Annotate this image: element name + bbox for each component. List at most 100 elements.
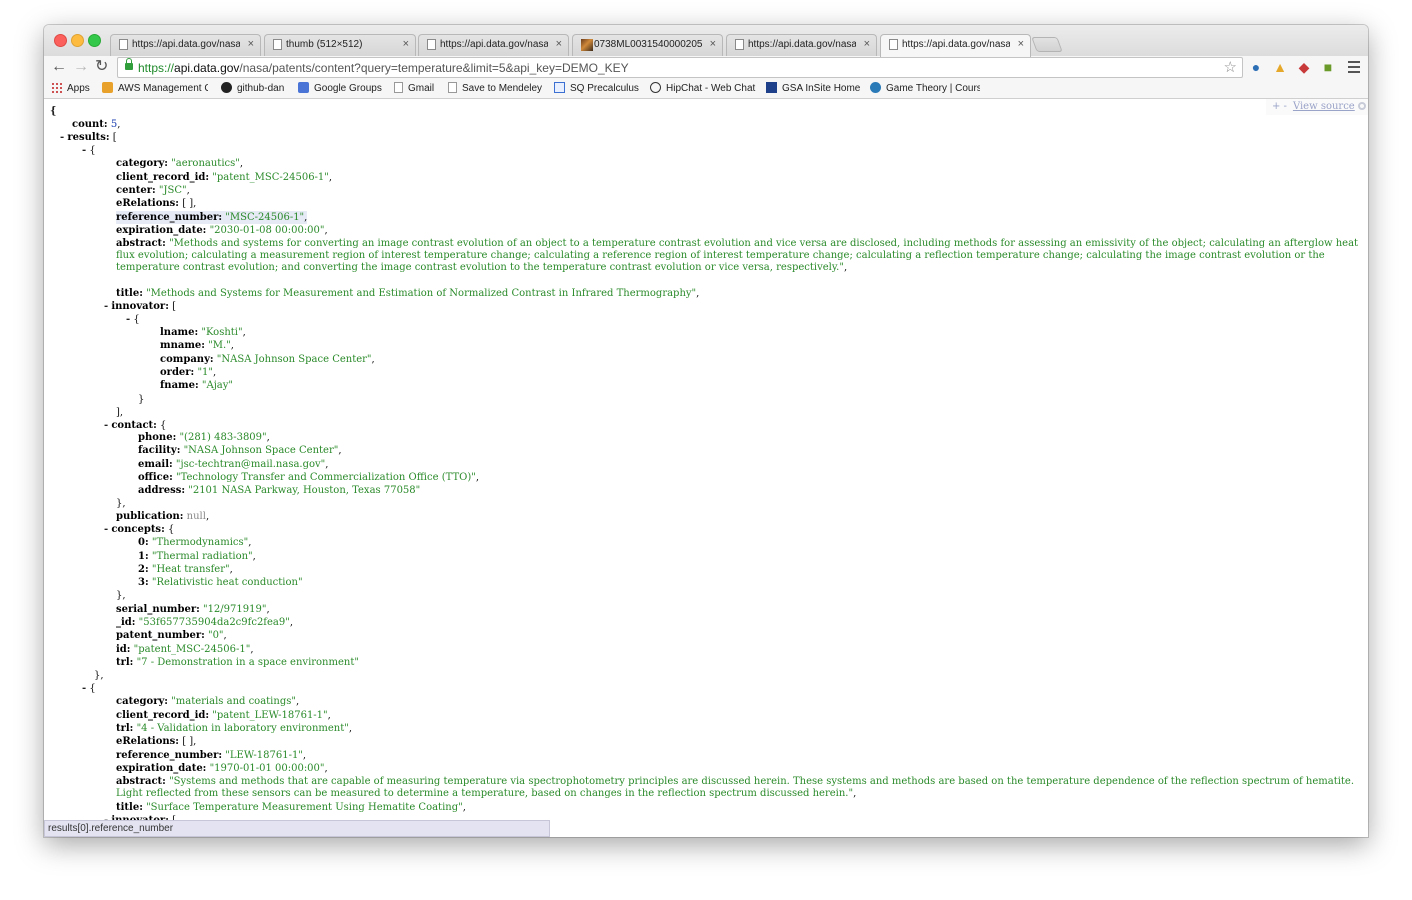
json-line-center: center: "JSC", — [116, 185, 190, 196]
tab-close-icon[interactable]: × — [1018, 37, 1024, 51]
json-concepts-close: }, — [116, 590, 126, 601]
bookmark-google-groups[interactable]: Google Groups — [298, 82, 382, 96]
collapse-toggle[interactable]: - — [126, 314, 130, 325]
tab-mars-image[interactable]: 0738ML0031540000205311 × — [572, 34, 723, 56]
json-line-category: category: "materials and coatings", — [116, 696, 300, 707]
json-line-facility: facility: "NASA Johnson Space Center", — [138, 445, 342, 456]
document-icon — [448, 82, 457, 93]
json-line-concept-2: 2: "Heat transfer", — [138, 564, 233, 575]
tab-title: https://api.data.gov/nasa/p — [132, 39, 240, 50]
bookmark-aws[interactable]: AWS Management C — [102, 82, 208, 96]
back-arrow-icon[interactable]: ← — [51, 58, 67, 76]
json-line-lname: lname: "Koshti", — [160, 327, 246, 338]
pdf-extension-icon[interactable]: ◆ — [1296, 59, 1312, 75]
new-tab-button[interactable] — [1031, 37, 1063, 52]
tab-api-3[interactable]: https://api.data.gov/nasa/p × — [726, 34, 877, 56]
tab-thumb[interactable]: thumb (512×512) × — [264, 34, 416, 56]
google-groups-icon — [298, 82, 309, 93]
bookmark-label: Apps — [67, 83, 90, 94]
json-line-expiration-date: expiration_date: "1970-01-01 00:00:00", — [116, 763, 328, 774]
bookmark-label: AWS Management C — [118, 83, 208, 94]
menu-icon[interactable] — [1348, 61, 1360, 73]
bookmark-label: github-dan — [237, 83, 285, 94]
json-line-expiration-date: expiration_date: "2030-01-08 00:00:00", — [116, 225, 328, 236]
json-line-client-record-id: client_record_id: "patent_MSC-24506-1", — [116, 172, 333, 183]
tab-close-icon[interactable]: × — [556, 37, 562, 51]
gear-icon[interactable] — [1358, 102, 1366, 110]
collapse-toggle[interactable]: - — [82, 145, 86, 156]
json-line-erelations: eRelations: [ ], — [116, 198, 197, 209]
json-line-trl: trl: "7 - Demonstration in a space envir… — [116, 657, 359, 668]
reload-icon[interactable]: ↻ — [95, 58, 108, 76]
json-line-serial-number: serial_number: "12/971919", — [116, 604, 270, 615]
bookmark-hipchat[interactable]: HipChat - Web Chat — [650, 82, 755, 96]
page-icon — [427, 39, 436, 50]
tab-title: https://api.data.gov/nasa/p — [440, 39, 548, 50]
page-icon — [735, 39, 744, 50]
url-text[interactable]: https://api.data.gov/nasa/patents/conten… — [138, 60, 629, 76]
tab-close-icon[interactable]: × — [248, 37, 254, 51]
bookmark-github[interactable]: github-dan — [221, 82, 284, 96]
collapse-toggle[interactable]: - — [104, 524, 108, 535]
tab-title: thumb (512×512) — [286, 39, 363, 50]
bookmark-sq-precalculus[interactable]: SQ Precalculus — [554, 82, 639, 96]
json-line-fname: fname: "Ajay" — [160, 380, 234, 391]
bookmark-star-icon[interactable]: ☆ — [1224, 58, 1237, 77]
json-line-count: count: 5, — [72, 119, 121, 130]
address-bar[interactable]: https://api.data.gov/nasa/patents/conten… — [117, 57, 1243, 78]
collapse-toggle[interactable]: - — [60, 132, 64, 143]
bookmark-label: Gmail — [408, 83, 435, 94]
json-line-id-hash: _id: "53f657735904da2c9fc2fea9", — [116, 617, 294, 628]
calendar-icon — [554, 82, 565, 93]
collapse-toggle[interactable]: - — [104, 420, 108, 431]
forward-arrow-icon[interactable]: → — [73, 58, 89, 76]
window-maximize-button[interactable] — [88, 34, 101, 47]
bookmark-apps[interactable]: Apps — [51, 82, 90, 96]
tab-close-icon[interactable]: × — [403, 37, 409, 51]
json-line-concept-3: 3: "Relativistic heat conduction" — [138, 577, 303, 588]
evernote-extension-icon[interactable]: ■ — [1320, 59, 1336, 75]
bookmarks-bar: Apps AWS Management C github-dan Google … — [44, 79, 1368, 99]
window-close-button[interactable] — [54, 34, 67, 47]
tab-title: 0738ML0031540000205311 — [594, 39, 702, 50]
json-contact-close: }, — [116, 498, 126, 509]
collapse-toggle[interactable]: - — [104, 301, 108, 312]
tab-api-2[interactable]: https://api.data.gov/nasa/p × — [418, 34, 569, 56]
json-viewer: + - View source { count: 5, - results: [ … — [44, 99, 1368, 837]
json-object-close: }, — [94, 670, 104, 681]
view-source-link[interactable]: View source — [1293, 101, 1355, 112]
json-line-concepts: - concepts: { — [104, 524, 175, 535]
json-line-title: title: "Methods and Systems for Measurem… — [116, 288, 700, 299]
collapse-toggle[interactable]: - — [82, 683, 86, 694]
page-icon — [273, 39, 282, 50]
bookmark-game-theory[interactable]: Game Theory | Cours — [870, 82, 980, 96]
json-innovator-close: ], — [116, 407, 124, 418]
json-line-erelations: eRelations: [ ], — [116, 736, 197, 747]
bookmark-label: Game Theory | Cours — [886, 83, 980, 94]
gift-extension-icon[interactable]: ▲ — [1272, 59, 1288, 75]
tab-api-1[interactable]: https://api.data.gov/nasa/p × — [110, 34, 261, 56]
tab-close-icon[interactable]: × — [710, 37, 716, 51]
json-object-open: - { — [82, 683, 96, 694]
tab-api-active[interactable]: https://api.data.gov/nasa/p × — [880, 34, 1031, 57]
bookmark-mendeley[interactable]: Save to Mendeley — [448, 82, 542, 96]
bookmark-label: Save to Mendeley — [462, 83, 543, 94]
view-source-bar: + - View source — [1266, 99, 1368, 115]
page-icon — [889, 39, 898, 50]
json-line-company: company: "NASA Johnson Space Center", — [160, 354, 375, 365]
globe-extension-icon[interactable]: ● — [1248, 59, 1264, 75]
bookmark-gsa-insite[interactable]: GSA InSite Home — [766, 82, 860, 96]
bookmark-gmail[interactable]: Gmail — [394, 82, 434, 96]
bookmark-label: SQ Precalculus — [570, 83, 639, 94]
status-path: results[0].reference_number — [48, 823, 174, 834]
tab-title: https://api.data.gov/nasa/p — [902, 39, 1010, 50]
window-minimize-button[interactable] — [71, 34, 84, 47]
json-line-title: title: "Surface Temperature Measurement … — [116, 802, 466, 813]
json-object-open: - { — [82, 145, 96, 156]
json-line-reference-number[interactable]: reference_number: "MSC-24506-1", — [116, 211, 308, 225]
json-line-concept-1: 1: "Thermal radiation", — [138, 551, 256, 562]
aws-icon — [102, 82, 113, 93]
expand-collapse-controls[interactable]: + - — [1272, 101, 1287, 112]
tab-close-icon[interactable]: × — [864, 37, 870, 51]
github-icon — [221, 82, 232, 93]
